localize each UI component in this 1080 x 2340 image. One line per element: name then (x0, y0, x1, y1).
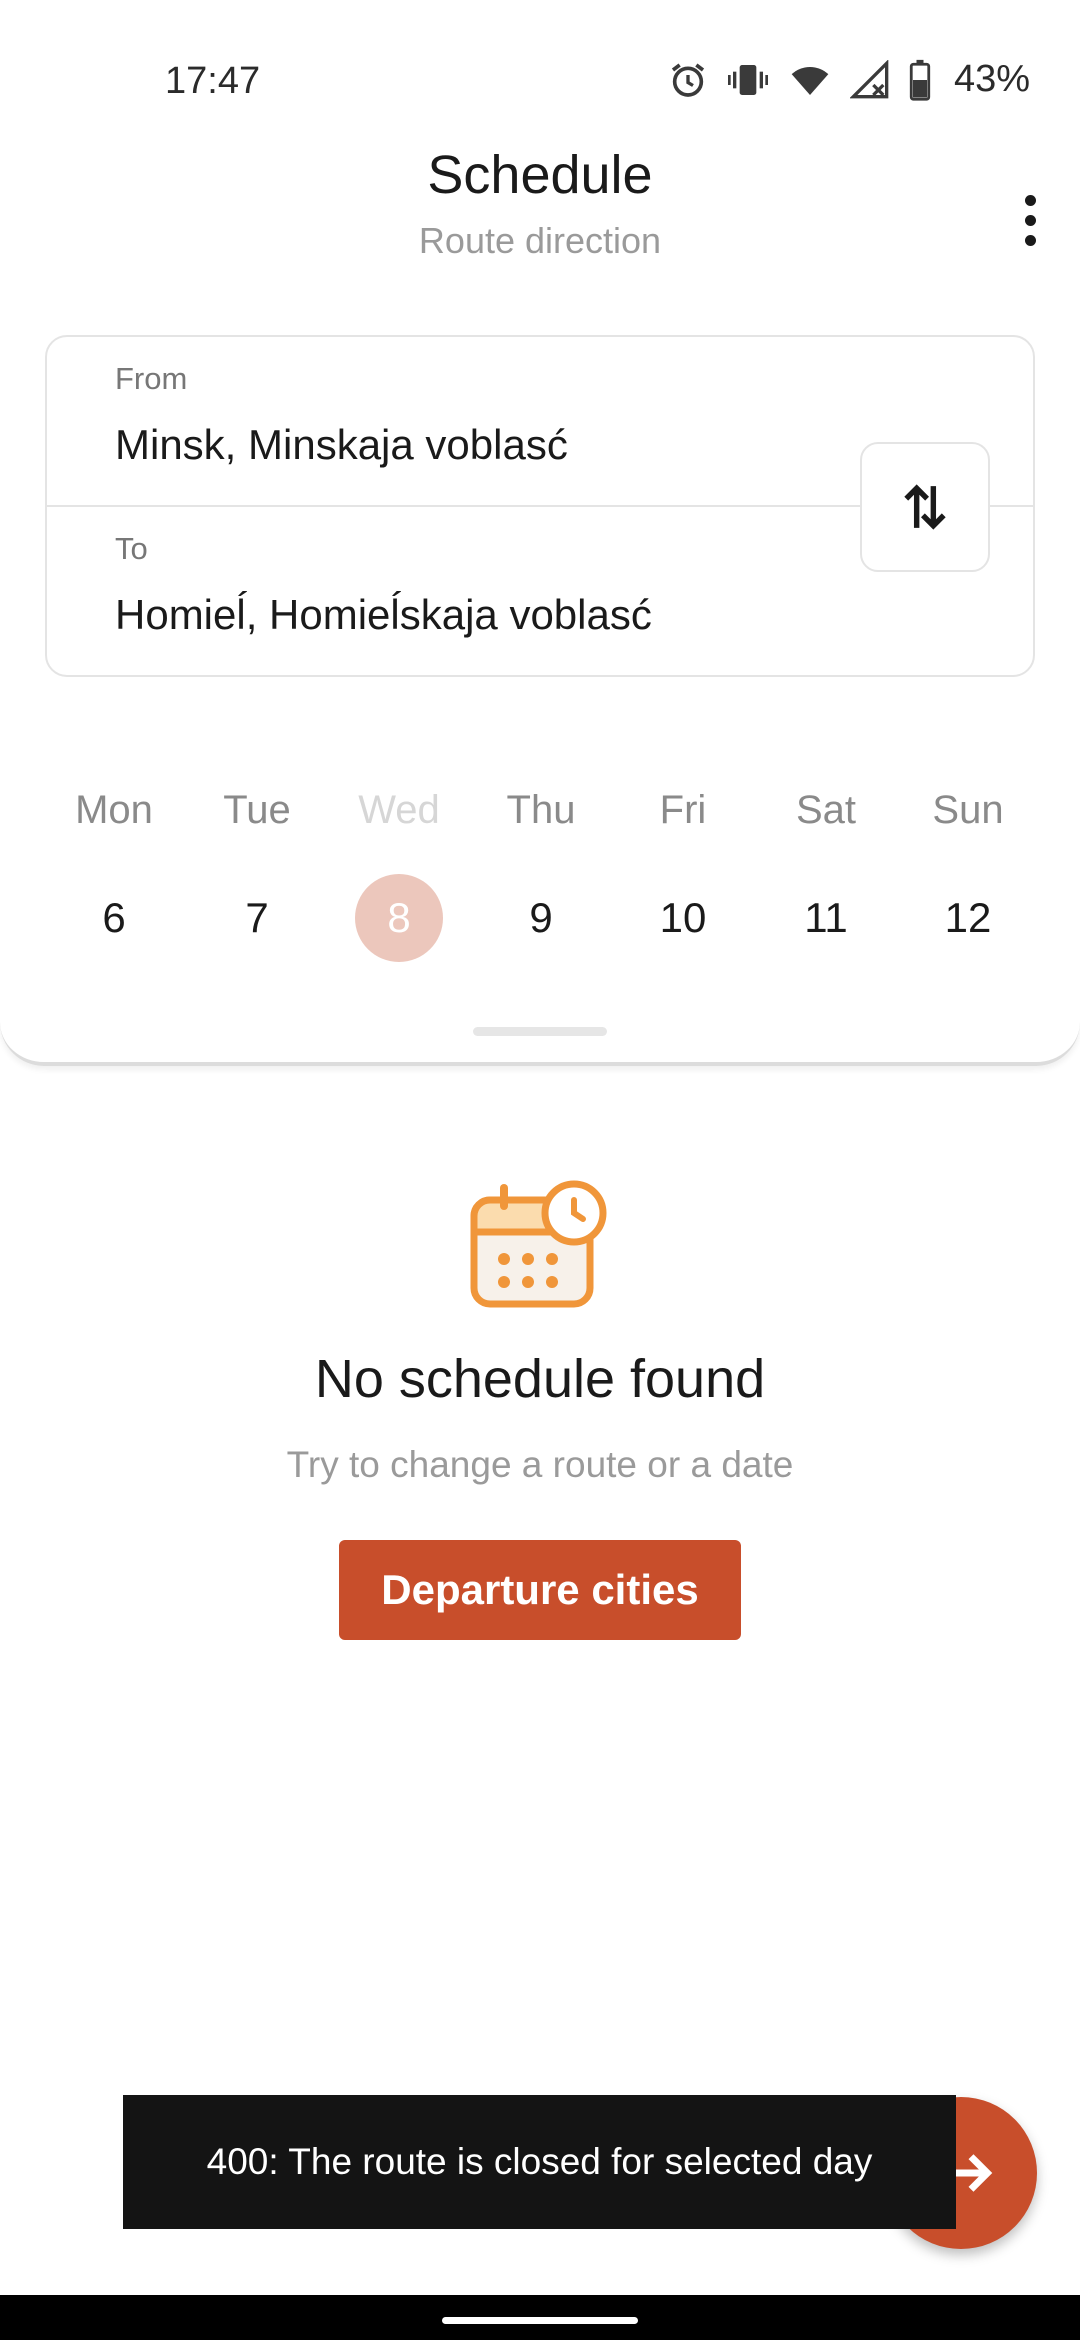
day-sun[interactable]: Sun 12 (897, 780, 1039, 962)
swap-route-button[interactable] (860, 442, 990, 572)
sheet-drag-handle[interactable] (473, 1027, 607, 1036)
day-number-selected: 8 (355, 874, 443, 962)
day-name: Sun (932, 788, 1004, 832)
day-name: Fri (659, 788, 707, 832)
day-wed[interactable]: Wed 8 (328, 780, 470, 962)
empty-state-title: No schedule found (314, 1349, 766, 1409)
signal-icon (849, 59, 889, 98)
from-value: Minsk, Minskaja voblasć (115, 421, 568, 468)
page-title: Schedule (427, 145, 653, 205)
battery-percent: 43% (953, 58, 1030, 100)
day-thu[interactable]: Thu 9 (470, 780, 612, 962)
day-sat[interactable]: Sat 11 (755, 780, 897, 962)
top-app-bar: Schedule Route direction (0, 140, 1080, 280)
departure-cities-button[interactable]: Departure cities (339, 1540, 741, 1640)
day-number: 9 (529, 894, 553, 941)
day-name: Tue (223, 788, 291, 832)
day-number: 7 (245, 894, 269, 941)
vibrate-icon (727, 64, 768, 95)
more-vert-icon[interactable] (1000, 180, 1060, 260)
battery-icon (909, 59, 931, 101)
from-label: From (115, 361, 188, 396)
day-number: 11 (804, 894, 848, 941)
page-subtitle: Route direction (418, 220, 662, 261)
calendar-clock-icon (470, 1180, 607, 1308)
to-label: To (115, 531, 148, 566)
error-snackbar: 400: The route is closed for selected da… (123, 2095, 956, 2229)
empty-state-subtitle: Try to change a route or a date (286, 1444, 794, 1485)
day-fri[interactable]: Fri 10 (612, 780, 754, 962)
snackbar-message: 400: The route is closed for selected da… (206, 2141, 873, 2182)
day-name: Mon (75, 788, 153, 832)
status-time: 17:47 (165, 60, 261, 102)
to-value: Homieĺ, Homieĺskaja voblasć (115, 591, 652, 638)
day-name: Wed (358, 788, 440, 832)
day-name: Sat (795, 788, 857, 832)
route-card: From Minsk, Minskaja voblasć To Homieĺ, … (45, 335, 1035, 677)
alarm-icon (671, 63, 705, 97)
system-nav-bar (0, 2295, 1080, 2340)
day-tue[interactable]: Tue 7 (186, 780, 328, 962)
day-mon[interactable]: Mon 6 (43, 780, 185, 962)
day-number: 6 (102, 894, 126, 941)
week-strip: Mon 6 Tue 7 Wed 8 Thu 9 Fri 10 Sat 11 Su… (0, 780, 1080, 962)
status-icons: 43% (668, 58, 1030, 101)
day-number: 12 (944, 894, 992, 941)
swap-vertical-icon (904, 484, 946, 530)
status-bar: 17:47 43% (0, 0, 1080, 120)
day-number: 10 (659, 894, 707, 941)
schedule-screen: 17:47 43% Schedule Route direction From … (0, 0, 1080, 2340)
home-gesture-handle[interactable] (442, 2317, 638, 2324)
day-name: Thu (506, 788, 576, 832)
wifi-icon (791, 66, 829, 95)
